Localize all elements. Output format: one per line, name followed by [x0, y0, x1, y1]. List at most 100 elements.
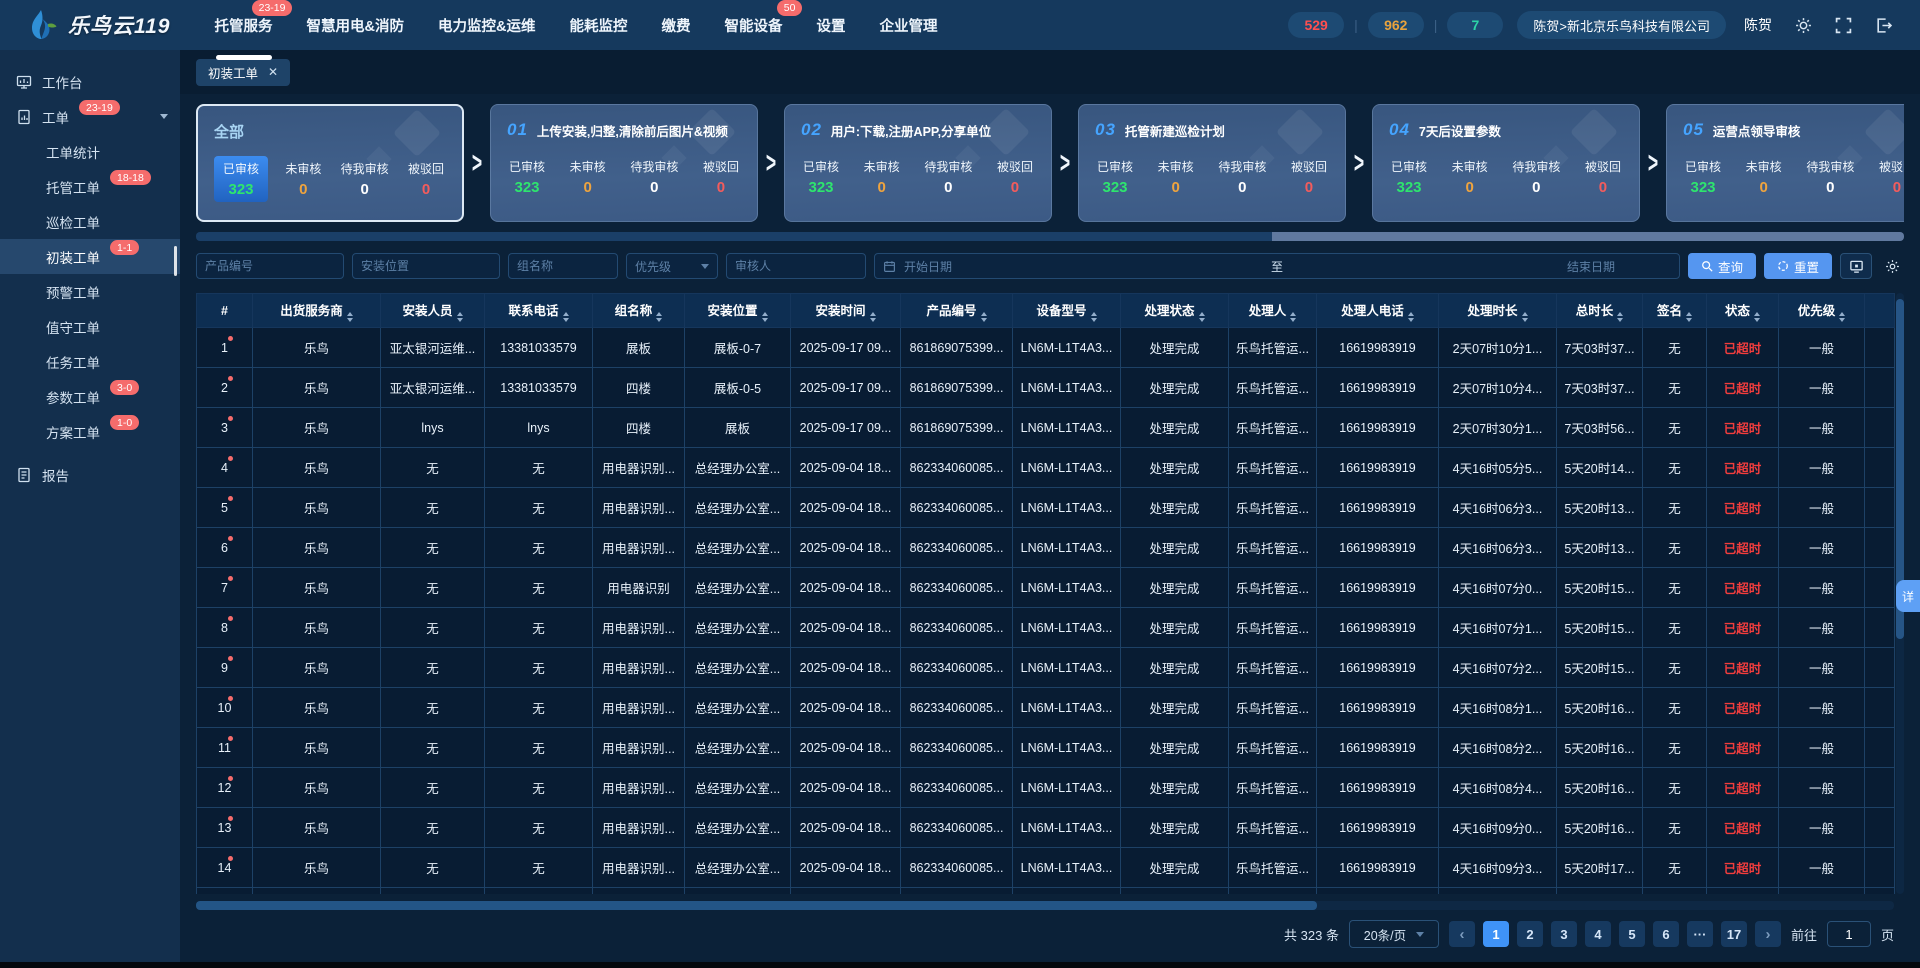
stat-被驳回[interactable]: 被驳回0	[1583, 154, 1623, 200]
column-header-处理时长[interactable]: 处理时长	[1439, 294, 1557, 328]
cell[interactable]: 3	[197, 408, 253, 448]
detail-float-tab[interactable]: 详	[1896, 580, 1920, 612]
search-button[interactable]: 查询	[1688, 253, 1756, 279]
next-page-button[interactable]: ›	[1755, 921, 1781, 947]
stat-已审核[interactable]: 已审核323	[1683, 154, 1723, 200]
prev-page-button[interactable]: ‹	[1449, 921, 1475, 947]
reset-button[interactable]: 重置	[1764, 253, 1832, 279]
sort-carets-icon[interactable]	[1091, 312, 1097, 322]
column-header-处理人[interactable]: 处理人	[1229, 294, 1317, 328]
cell[interactable]: 12	[197, 768, 253, 808]
group-name-input[interactable]	[508, 253, 618, 279]
stat-已审核[interactable]: 已审核323	[507, 154, 547, 200]
fullscreen-icon[interactable]	[1828, 12, 1858, 38]
sidebar-item-工单统计[interactable]: 工单统计	[0, 134, 180, 169]
column-header-联系电话[interactable]: 联系电话	[485, 294, 593, 328]
settings-icon[interactable]	[1788, 12, 1818, 38]
table-row[interactable]: 11乐鸟无无用电器识别...总经理办公室...2025-09-04 18...8…	[197, 728, 1895, 768]
stat-已审核[interactable]: 已审核323	[214, 156, 268, 202]
column-header-产品编号[interactable]: 产品编号	[901, 294, 1013, 328]
stat-card-01[interactable]: 01上传安装,归整,清除前后图片&视频已审核323未审核0待我审核0被驳回0	[490, 104, 758, 222]
sidebar-item-参数工单[interactable]: 参数工单3-0	[0, 379, 180, 414]
stat-未审核[interactable]: 未审核0	[1156, 154, 1196, 200]
table-row[interactable]: 7乐鸟无无用电器识别总经理办公室...2025-09-04 18...86233…	[197, 568, 1895, 608]
sidebar-item-报告[interactable]: 报告	[0, 457, 180, 492]
stat-未审核[interactable]: 未审核0	[283, 156, 323, 202]
nav-item-3[interactable]: 电力监控&运维	[438, 15, 535, 36]
sort-carets-icon[interactable]	[347, 312, 353, 322]
sort-carets-icon[interactable]	[1617, 312, 1623, 322]
stat-未审核[interactable]: 未审核0	[1744, 154, 1784, 200]
stat-被驳回[interactable]: 被驳回0	[995, 154, 1035, 200]
goto-page-input[interactable]	[1827, 921, 1871, 947]
page-button-6[interactable]: 6	[1653, 921, 1679, 947]
nav-item-7[interactable]: 设置	[816, 15, 845, 36]
stat-已审核[interactable]: 已审核323	[1095, 154, 1135, 200]
tab-chuzhuang-gongdan[interactable]: 初装工单 ✕	[196, 59, 290, 86]
product-number-input[interactable]	[196, 253, 344, 279]
column-header-处理人电话[interactable]: 处理人电话	[1317, 294, 1439, 328]
stat-待我审核[interactable]: 待我审核0	[1216, 154, 1268, 200]
sidebar-scrollbar[interactable]	[174, 246, 177, 276]
stat-未审核[interactable]: 未审核0	[568, 154, 608, 200]
sort-carets-icon[interactable]	[656, 312, 662, 322]
user-name[interactable]: 陈贺	[1744, 15, 1772, 35]
page-button-1[interactable]: 1	[1483, 921, 1509, 947]
cell[interactable]: 14	[197, 848, 253, 888]
stat-被驳回[interactable]: 被驳回0	[701, 154, 741, 200]
nav-item-4[interactable]: 能耗监控	[569, 15, 627, 36]
stat-card-04[interactable]: 047天后设置参数已审核323未审核0待我审核0被驳回0	[1372, 104, 1640, 222]
column-header-总时长[interactable]: 总时长	[1557, 294, 1643, 328]
column-header-extra[interactable]	[1865, 294, 1895, 328]
column-header-状态[interactable]: 状态	[1707, 294, 1779, 328]
sidebar-item-巡检工单[interactable]: 巡检工单	[0, 204, 180, 239]
sidebar-item-初装工单[interactable]: 初装工单1-1	[0, 239, 180, 274]
cell[interactable]: 4	[197, 448, 253, 488]
sort-carets-icon[interactable]	[1199, 312, 1205, 322]
column-header-设备型号[interactable]: 设备型号	[1013, 294, 1121, 328]
table-row[interactable]: 9乐鸟无无用电器识别...总经理办公室...2025-09-04 18...86…	[197, 648, 1895, 688]
sort-carets-icon[interactable]	[870, 312, 876, 322]
cell[interactable]: 6	[197, 528, 253, 568]
table-horizontal-scrollbar[interactable]	[196, 901, 1894, 910]
column-header-处理状态[interactable]: 处理状态	[1121, 294, 1229, 328]
nav-item-6[interactable]: 智能设备50	[724, 15, 782, 36]
cell[interactable]: 8	[197, 608, 253, 648]
page-button-5[interactable]: 5	[1619, 921, 1645, 947]
sort-carets-icon[interactable]	[1754, 312, 1760, 322]
stat-card-05[interactable]: 05运营点领导审核已审核323未审核0待我审核0被驳回0	[1666, 104, 1904, 222]
close-icon[interactable]: ✕	[268, 66, 278, 78]
sort-carets-icon[interactable]	[981, 312, 987, 322]
table-row[interactable]: 2乐鸟亚太银河运维...13381033579四楼展板-0-52025-09-1…	[197, 368, 1895, 408]
nav-stat-pill-3[interactable]: 7	[1447, 12, 1503, 38]
priority-select[interactable]: 优先级	[626, 253, 718, 279]
nav-stat-pill-2[interactable]: 962	[1368, 12, 1424, 38]
sidebar-item-方案工单[interactable]: 方案工单1-0	[0, 414, 180, 449]
nav-item-2[interactable]: 智慧用电&消防	[306, 15, 403, 36]
sort-carets-icon[interactable]	[563, 312, 569, 322]
sidebar-item-工单[interactable]: 工单23-19	[0, 99, 180, 134]
sort-carets-icon[interactable]	[1686, 312, 1692, 322]
table-row[interactable]: 6乐鸟无无用电器识别...总经理办公室...2025-09-04 18...86…	[197, 528, 1895, 568]
stat-未审核[interactable]: 未审核0	[862, 154, 902, 200]
cell[interactable]: 11	[197, 728, 253, 768]
nav-item-8[interactable]: 企业管理	[879, 15, 937, 36]
table-row[interactable]: 10乐鸟无无用电器识别...总经理办公室...2025-09-04 18...8…	[197, 688, 1895, 728]
stat-被驳回[interactable]: 被驳回0	[1289, 154, 1329, 200]
reviewer-input[interactable]	[726, 253, 866, 279]
cell[interactable]: 5	[197, 488, 253, 528]
table-row[interactable]: 14乐鸟无无用电器识别...总经理办公室...2025-09-04 18...8…	[197, 848, 1895, 888]
stat-未审核[interactable]: 未审核0	[1450, 154, 1490, 200]
sidebar-item-预警工单[interactable]: 预警工单	[0, 274, 180, 309]
company-selector[interactable]: 陈贺>新北京乐鸟科技有限公司	[1517, 11, 1726, 39]
page-button-17[interactable]: 17	[1721, 921, 1747, 947]
export-icon[interactable]	[1840, 253, 1872, 279]
sort-carets-icon[interactable]	[762, 312, 768, 322]
cards-scrollbar[interactable]	[196, 232, 1904, 241]
stat-已审核[interactable]: 已审核323	[801, 154, 841, 200]
column-header-出货服务商[interactable]: 出货服务商	[253, 294, 381, 328]
column-header-安装时间[interactable]: 安装时间	[791, 294, 901, 328]
gear-icon[interactable]	[1880, 253, 1904, 279]
table-row[interactable]: 12乐鸟无无用电器识别...总经理办公室...2025-09-04 18...8…	[197, 768, 1895, 808]
cell[interactable]: 2	[197, 368, 253, 408]
